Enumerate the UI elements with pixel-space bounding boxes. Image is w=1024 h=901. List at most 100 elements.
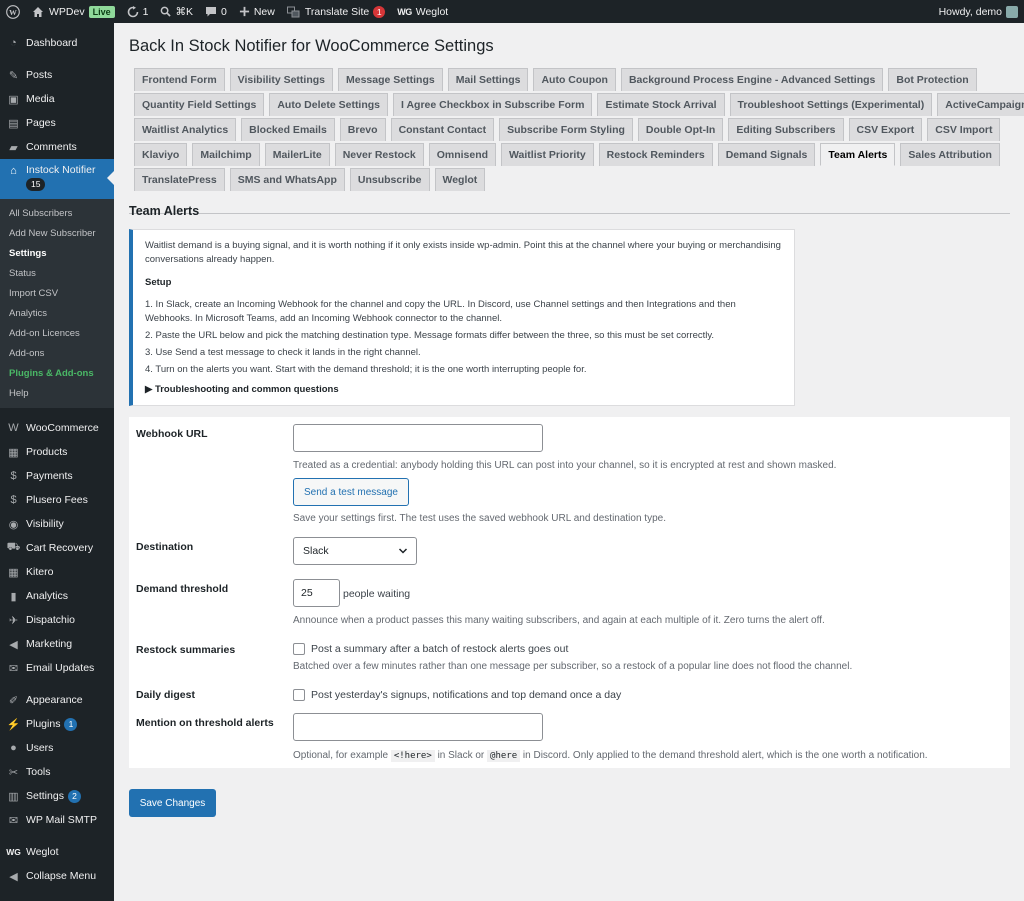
- tab-sales-attribution[interactable]: Sales Attribution: [900, 143, 1000, 166]
- restock-summaries-checkbox[interactable]: [293, 643, 305, 655]
- tab-csv-import[interactable]: CSV Import: [927, 118, 1001, 141]
- menu-plugins[interactable]: ⚡ Plugins 1: [0, 712, 114, 736]
- tab-activecampaign[interactable]: ActiveCampaign: [937, 93, 1024, 116]
- menu-appearance[interactable]: ✐ Appearance: [0, 688, 114, 712]
- menu-plusero-fees[interactable]: $ Plusero Fees: [0, 488, 114, 512]
- menu-users[interactable]: ● Users: [0, 736, 114, 760]
- menu-pages[interactable]: ▤ Pages: [0, 111, 114, 135]
- tab-never-restock[interactable]: Never Restock: [334, 143, 424, 166]
- new-content-link[interactable]: New: [233, 0, 281, 23]
- tab-waitlist-analytics[interactable]: Waitlist Analytics: [134, 118, 237, 141]
- tab-unsubscribe[interactable]: Unsubscribe: [349, 168, 430, 191]
- menu-visibility[interactable]: ◉ Visibility: [0, 512, 114, 536]
- menu-label: Kitero: [26, 566, 54, 578]
- menu-instock-notifier[interactable]: ⌂ Instock Notifier 15: [0, 159, 114, 199]
- send-test-message-button[interactable]: Send a test message: [293, 478, 409, 506]
- menu-marketing[interactable]: ◀ Marketing: [0, 632, 114, 656]
- comments-link[interactable]: 0: [199, 0, 233, 23]
- tab-quantity-field-settings[interactable]: Quantity Field Settings: [134, 93, 265, 116]
- menu-settings[interactable]: ▥ Settings 2: [0, 784, 114, 808]
- destination-select[interactable]: Slack: [293, 537, 417, 565]
- troubleshooting-details-toggle[interactable]: ▶ Troubleshooting and common questions: [145, 383, 782, 397]
- submenu-addons[interactable]: Add-ons: [0, 344, 114, 364]
- webhook-url-input[interactable]: [293, 424, 543, 452]
- menu-payments[interactable]: $ Payments: [0, 464, 114, 488]
- submenu-all-subscribers[interactable]: All Subscribers: [0, 204, 114, 224]
- tab-mailchimp[interactable]: Mailchimp: [192, 143, 260, 166]
- tab-editing-subscribers[interactable]: Editing Subscribers: [728, 118, 844, 141]
- tab-frontend-form[interactable]: Frontend Form: [134, 68, 225, 91]
- menu-products[interactable]: ▦ Products: [0, 440, 114, 464]
- menu-tools[interactable]: ✂ Tools: [0, 760, 114, 784]
- tab-constant-contact[interactable]: Constant Contact: [390, 118, 495, 141]
- menu-kitero[interactable]: ▦ Kitero: [0, 560, 114, 584]
- command-search[interactable]: ⌘K: [154, 0, 199, 23]
- tab-waitlist-priority[interactable]: Waitlist Priority: [501, 143, 594, 166]
- tab-mail-settings[interactable]: Mail Settings: [447, 68, 529, 91]
- setup-step: 4. Turn on the alerts you want. Start wi…: [145, 364, 587, 375]
- tab-weglot[interactable]: Weglot: [434, 168, 486, 191]
- tab-brevo[interactable]: Brevo: [339, 118, 386, 141]
- tab-troubleshoot-settings-experimental[interactable]: Troubleshoot Settings (Experimental): [729, 93, 933, 116]
- submenu-settings[interactable]: Settings: [0, 244, 114, 264]
- menu-media[interactable]: ▣ Media: [0, 87, 114, 111]
- menu-dispatchio[interactable]: ✈ Dispatchio: [0, 608, 114, 632]
- menu-cart-recovery[interactable]: ⛟ Cart Recovery: [0, 536, 114, 560]
- tab-omnisend[interactable]: Omnisend: [428, 143, 497, 166]
- tab-estimate-stock-arrival[interactable]: Estimate Stock Arrival: [597, 93, 725, 116]
- restock-summaries-option[interactable]: Post a summary after a batch of restock …: [293, 643, 568, 655]
- tab-mailerlite[interactable]: MailerLite: [264, 143, 330, 166]
- daily-digest-option[interactable]: Post yesterday's signups, notifications …: [293, 689, 621, 701]
- submenu-analytics[interactable]: Analytics: [0, 304, 114, 324]
- wordpress-logo-icon[interactable]: W: [0, 0, 26, 23]
- daily-digest-checkbox[interactable]: [293, 689, 305, 701]
- tab-message-settings[interactable]: Message Settings: [338, 68, 443, 91]
- updates-link[interactable]: 1: [121, 0, 155, 23]
- menu-woocommerce[interactable]: W WooCommerce: [0, 416, 114, 440]
- submenu-addon-licences[interactable]: Add-on Licences: [0, 324, 114, 344]
- menu-posts[interactable]: ✎ Posts: [0, 63, 114, 87]
- woocommerce-icon: W: [8, 422, 19, 434]
- menu-label: Settings: [26, 790, 64, 802]
- menu-analytics[interactable]: ▮ Analytics: [0, 584, 114, 608]
- menu-weglot[interactable]: WG Weglot: [0, 840, 114, 864]
- translate-site-link[interactable]: Translate Site 1: [281, 0, 391, 23]
- tab-auto-coupon[interactable]: Auto Coupon: [533, 68, 616, 91]
- submenu-help[interactable]: Help: [0, 384, 114, 404]
- tab-i-agree-checkbox-in-subscribe-form[interactable]: I Agree Checkbox in Subscribe Form: [393, 93, 593, 116]
- menu-wp-mail-smtp[interactable]: ✉ WP Mail SMTP: [0, 808, 114, 832]
- notice-intro: Waitlist demand is a buying signal, and …: [145, 240, 781, 265]
- demand-threshold-input[interactable]: 25: [293, 579, 340, 607]
- menu-label: Instock Notifier: [26, 164, 96, 176]
- submenu-status[interactable]: Status: [0, 264, 114, 284]
- tab-klaviyo[interactable]: Klaviyo: [134, 143, 188, 166]
- mention-input[interactable]: [293, 713, 543, 741]
- menu-email-updates[interactable]: ✉ Email Updates: [0, 656, 114, 680]
- submenu-import-csv[interactable]: Import CSV: [0, 284, 114, 304]
- megaphone-icon: ◀: [9, 638, 18, 651]
- updates-count: 1: [142, 5, 149, 18]
- tab-background-process-engine-advanced-settings[interactable]: Background Process Engine - Advanced Set…: [620, 68, 884, 91]
- tab-bot-protection[interactable]: Bot Protection: [888, 68, 977, 91]
- menu-dashboard[interactable]: ◔ Dashboard: [0, 31, 114, 55]
- save-changes-button[interactable]: Save Changes: [129, 789, 216, 817]
- my-account-link[interactable]: Howdy, demo: [933, 0, 1024, 23]
- submenu-add-new-subscriber[interactable]: Add New Subscriber: [0, 224, 114, 244]
- cart-icon: ⛟: [6, 541, 21, 553]
- weglot-link[interactable]: WG Weglot: [391, 0, 454, 23]
- tab-sms-and-whatsapp[interactable]: SMS and WhatsApp: [229, 168, 345, 191]
- tab-translatepress[interactable]: TranslatePress: [134, 168, 225, 191]
- tab-restock-reminders[interactable]: Restock Reminders: [598, 143, 713, 166]
- site-name-link[interactable]: WPDev Live: [26, 0, 121, 23]
- menu-comments[interactable]: ▰ Comments: [0, 135, 114, 159]
- submenu-plugins-addons[interactable]: Plugins & Add-ons: [0, 364, 114, 384]
- tab-team-alerts[interactable]: Team Alerts: [820, 143, 896, 166]
- tab-auto-delete-settings[interactable]: Auto Delete Settings: [269, 93, 389, 116]
- tab-blocked-emails[interactable]: Blocked Emails: [241, 118, 335, 141]
- tab-demand-signals[interactable]: Demand Signals: [717, 143, 816, 166]
- tab-csv-export[interactable]: CSV Export: [848, 118, 923, 141]
- tab-subscribe-form-styling[interactable]: Subscribe Form Styling: [499, 118, 633, 141]
- tab-double-opt-in[interactable]: Double Opt-In: [637, 118, 724, 141]
- collapse-menu-button[interactable]: ◀ Collapse Menu: [0, 864, 114, 888]
- tab-visibility-settings[interactable]: Visibility Settings: [229, 68, 333, 91]
